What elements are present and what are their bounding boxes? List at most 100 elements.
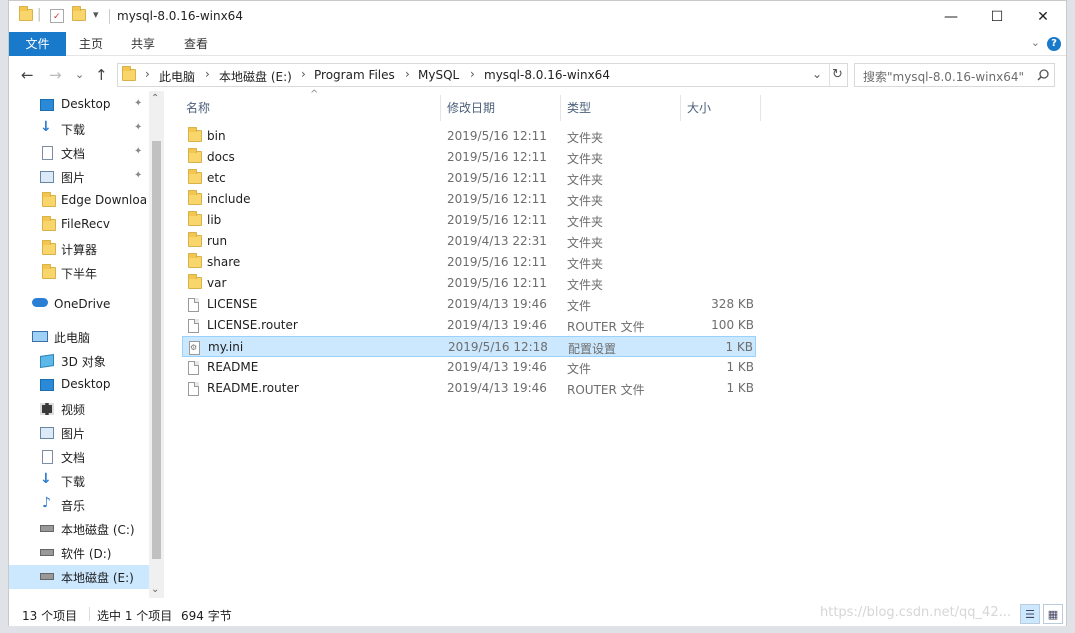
file-row[interactable]: LICENSE.router 2019/4/13 19:46 ROUTER 文件 10… [182,315,756,336]
minimize-button[interactable]: — [928,1,974,32]
selection-count: 选中 1 个项目 [97,609,173,623]
address-bar[interactable]: › 此电脑 › 本地磁盘 (E:) › Program Files › MySQ… [117,63,848,87]
file-date: 2019/5/16 12:11 [447,129,547,143]
file-row[interactable]: bin 2019/5/16 12:11 文件夹 [182,126,756,147]
sidebar-item-label: 图片 [61,427,86,441]
new-folder-icon[interactable] [72,6,86,23]
breadcrumb-separator: › [470,67,475,81]
forward-button[interactable]: → [49,66,62,84]
sidebar-item-videos[interactable]: 视频 [9,397,149,421]
sidebar-item-drive-c[interactable]: 本地磁盘 (C:) [9,517,149,541]
expand-ribbon-icon[interactable]: ⌄ [1031,36,1040,49]
close-button[interactable]: ✕ [1020,1,1066,32]
sidebar-item-music[interactable]: ♪ 音乐 [9,493,149,517]
sidebar-item-downloads[interactable]: ↓ 下载 ✦ [9,117,149,141]
column-divider[interactable] [680,95,681,121]
sidebar-item-pictures-pc[interactable]: 图片 [9,421,149,445]
file-row[interactable]: lib 2019/5/16 12:11 文件夹 [182,210,756,231]
sidebar-item-filerecv[interactable]: FileRecv [9,213,149,237]
scroll-down-icon[interactable]: ⌄ [151,584,159,595]
file-row[interactable]: include 2019/5/16 12:11 文件夹 [182,189,756,210]
breadcrumb-separator: › [301,67,306,81]
sidebar-item-documents[interactable]: 文档 ✦ [9,141,149,165]
file-date: 2019/4/13 19:46 [447,297,547,311]
file-type: 文件夹 [567,194,604,208]
scrollbar-thumb[interactable] [152,141,161,559]
file-row[interactable]: README.router 2019/4/13 19:46 ROUTER 文件 1 K… [182,378,756,399]
tab-home[interactable]: 主页 [73,32,109,56]
tab-view[interactable]: 查看 [178,32,214,56]
tab-share[interactable]: 共享 [125,32,161,56]
details-view-button[interactable]: ☰ [1020,604,1040,624]
column-divider[interactable] [440,95,441,121]
sidebar-item-label: FileRecv [61,217,110,231]
properties-icon[interactable]: ✓ [50,9,64,23]
folder-icon [188,211,202,227]
sidebar-item-calculator[interactable]: 计算器 [9,237,149,261]
sidebar-item-desktop[interactable]: Desktop ✦ [9,93,149,117]
scroll-up-icon[interactable]: ⌃ [151,93,159,104]
sidebar-item-drive-d[interactable]: 软件 (D:) [9,541,149,565]
file-name: docs [207,150,235,164]
column-header-size[interactable]: 大小 [687,99,711,116]
sidebar-item-label: 本地磁盘 (C:) [61,523,135,537]
column-header-date[interactable]: 修改日期 [447,99,495,116]
title-divider [109,9,110,24]
file-size: 1 KB [726,381,754,395]
document-icon [42,146,53,160]
download-icon: ↓ [40,119,52,135]
refresh-icon[interactable]: ↻ [832,67,843,82]
recent-locations-icon[interactable]: ⌄ [75,68,84,81]
sidebar-item-drive-e[interactable]: 本地磁盘 (E:) [9,565,149,589]
file-icon [188,361,201,375]
column-header-name[interactable]: 名称 [186,99,210,116]
large-icons-view-button[interactable]: ▦ [1043,604,1063,624]
sidebar-item-second-half[interactable]: 下半年 [9,261,149,285]
file-row[interactable]: var 2019/5/16 12:11 文件夹 [182,273,756,294]
up-button[interactable]: ↑ [95,66,108,84]
help-icon[interactable]: ? [1047,37,1061,51]
sidebar-item-downloads-pc[interactable]: ↓ 下载 [9,469,149,493]
file-row[interactable]: LICENSE 2019/4/13 19:46 文件 328 KB [182,294,756,315]
sidebar-item-pictures[interactable]: 图片 ✦ [9,165,149,189]
sidebar-item-onedrive[interactable]: OneDrive [9,293,149,317]
breadcrumb-program-files[interactable]: Program Files [314,68,395,82]
file-type: 文件夹 [567,215,604,229]
ribbon-tabs: 文件 主页 共享 查看 ⌄ ? [9,32,1066,56]
sidebar-item-desktop-pc[interactable]: Desktop [9,373,149,397]
file-icon [188,382,201,396]
breadcrumb-mysql[interactable]: MySQL [418,68,459,82]
file-date: 2019/5/16 12:11 [447,171,547,185]
search-input[interactable]: 搜索"mysql-8.0.16-winx64" [854,63,1055,87]
breadcrumb-drive-e[interactable]: 本地磁盘 (E:) [219,68,292,85]
desktop: | ✓ ▾ mysql-8.0.16-winx64 — ☐ ✕ 文件 主页 共享… [0,0,1075,633]
column-divider[interactable] [560,95,561,121]
file-row[interactable]: my.ini 2019/5/16 12:18 配置设置 1 KB [182,336,756,357]
column-header-type[interactable]: 类型 [567,99,591,116]
file-name: share [207,255,241,269]
file-row[interactable]: docs 2019/5/16 12:11 文件夹 [182,147,756,168]
column-divider[interactable] [760,95,761,121]
file-row[interactable]: etc 2019/5/16 12:11 文件夹 [182,168,756,189]
breadcrumb-current-folder[interactable]: mysql-8.0.16-winx64 [484,68,610,82]
address-dropdown-icon[interactable]: ⌄ [812,67,822,81]
folder-icon [188,274,202,290]
sidebar-item-this-pc[interactable]: 此电脑 [9,325,149,349]
maximize-button[interactable]: ☐ [974,1,1020,32]
navigation-scrollbar[interactable]: ⌃ ⌄ [149,91,164,598]
customize-toolbar-icon[interactable]: ▾ [93,8,99,21]
sidebar-item-3d-objects[interactable]: 3D 对象 [9,349,149,373]
file-name: README [207,360,259,374]
sidebar-item-label: 文档 [61,147,86,161]
file-name: include [207,192,251,206]
sidebar-item-edge-downloads[interactable]: Edge Downloa [9,189,149,213]
file-row[interactable]: README 2019/4/13 19:46 文件 1 KB [182,357,756,378]
tab-file[interactable]: 文件 [9,32,66,56]
file-row[interactable]: share 2019/5/16 12:11 文件夹 [182,252,756,273]
search-icon[interactable] [1037,69,1049,81]
breadcrumb-this-pc[interactable]: 此电脑 [159,68,195,85]
file-row[interactable]: run 2019/4/13 22:31 文件夹 [182,231,756,252]
sidebar-item-documents-pc[interactable]: 文档 [9,445,149,469]
file-date: 2019/5/16 12:11 [447,213,547,227]
back-button[interactable]: ← [21,66,34,84]
